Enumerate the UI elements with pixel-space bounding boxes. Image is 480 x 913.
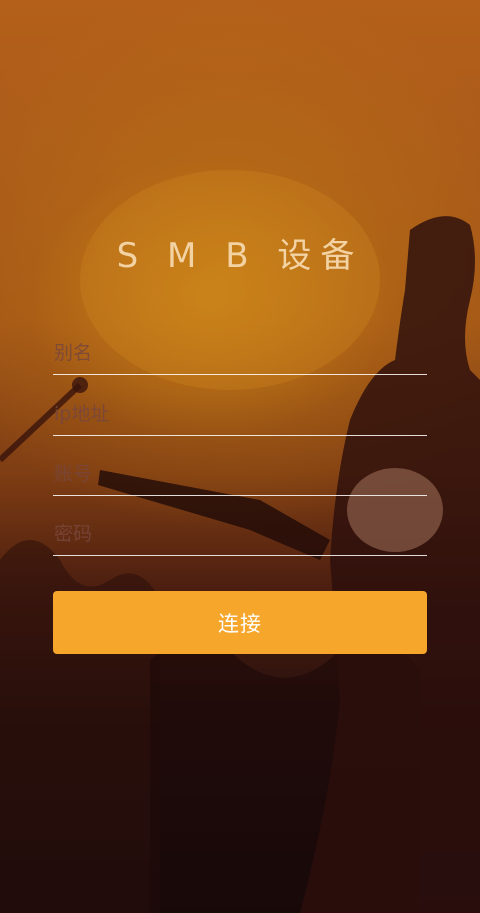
account-input[interactable] <box>53 452 427 496</box>
connect-button[interactable]: 连接 <box>53 591 427 654</box>
password-input[interactable] <box>53 512 427 556</box>
alias-input[interactable] <box>53 331 427 375</box>
smb-login-screen: S M B 设备 连接 <box>0 0 480 913</box>
page-title: S M B 设备 <box>116 236 364 276</box>
ip-address-input[interactable] <box>53 392 427 436</box>
